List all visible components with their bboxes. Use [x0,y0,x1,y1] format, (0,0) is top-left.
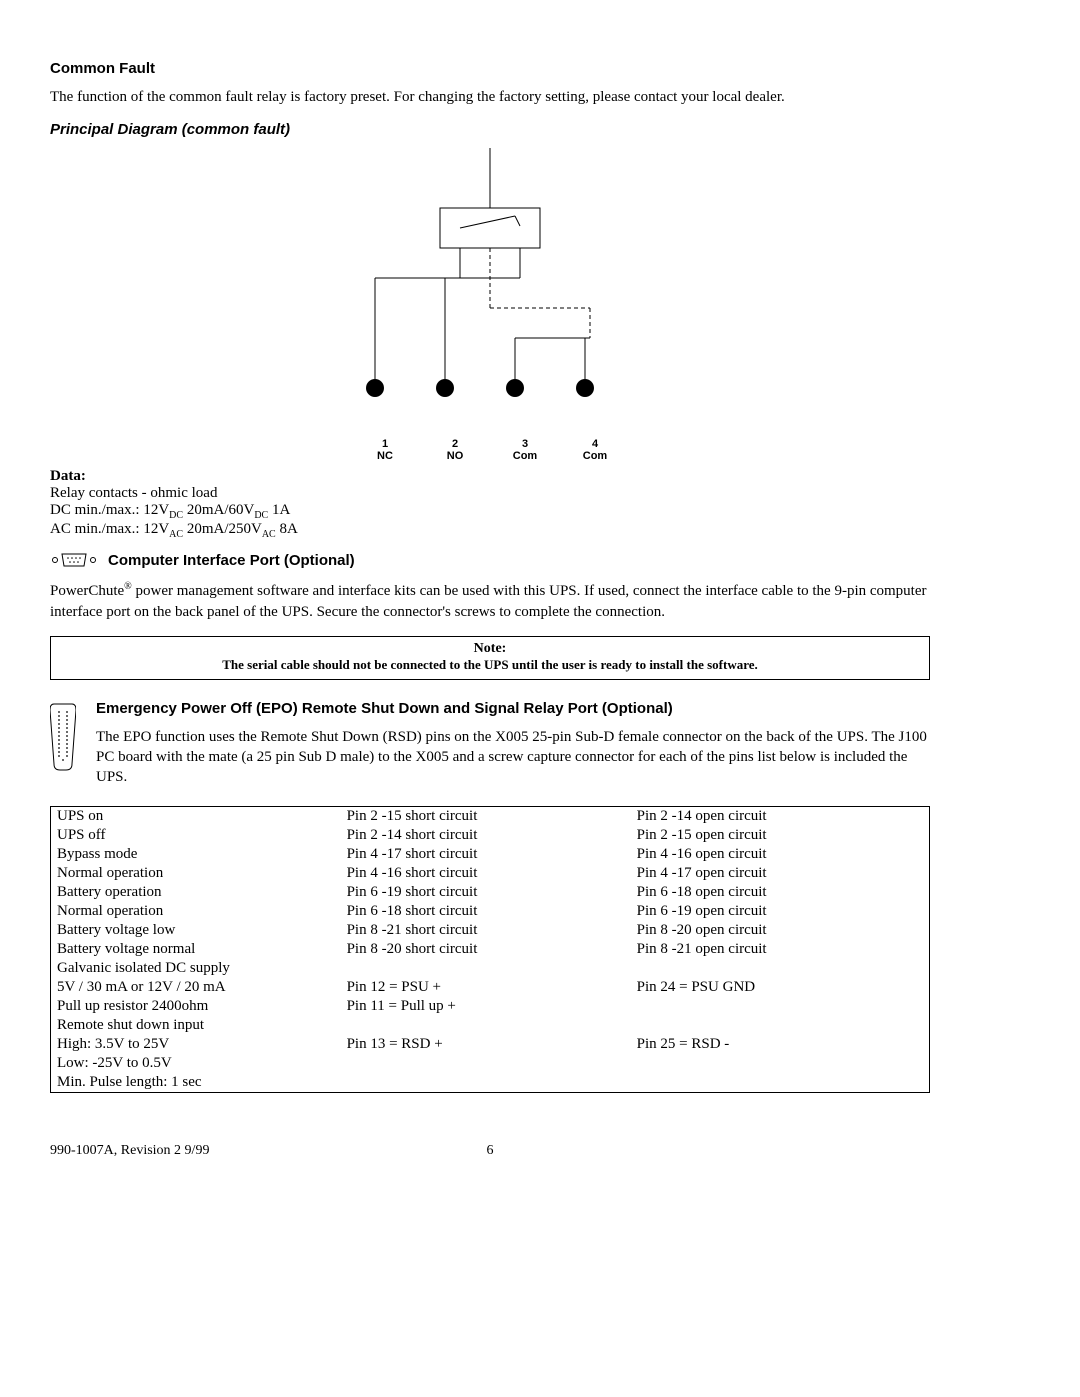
table-cell [631,997,930,1016]
data-line-2: DC min./max.: 12VDC 20mA/60VDC 1A [50,502,930,521]
table-cell: Low: -25V to 0.5V [51,1054,341,1073]
table-cell: UPS off [51,826,341,845]
table-cell: Normal operation [51,902,341,921]
table-cell: Pin 2 -15 open circuit [631,826,930,845]
table-cell [631,959,930,978]
table-cell: Pin 6 -19 open circuit [631,902,930,921]
table-cell: 5V / 30 mA or 12V / 20 mA [51,978,341,997]
table-cell [341,1054,631,1073]
table-cell [341,959,631,978]
serial-port-icon [50,550,98,570]
table-cell: Pin 8 -21 open circuit [631,940,930,959]
computer-interface-paragraph: PowerChute® power management software an… [50,580,930,622]
table-cell: Pin 25 = RSD - [631,1035,930,1054]
table-cell: Battery operation [51,883,341,902]
table-cell [341,1073,631,1093]
table-cell [341,1016,631,1035]
note-title: Note: [61,641,919,657]
table-cell: Bypass mode [51,845,341,864]
table-cell: Pin 8 -21 short circuit [341,921,631,940]
table-cell: Pin 8 -20 short circuit [341,940,631,959]
epo-heading: Emergency Power Off (EPO) Remote Shut Do… [96,700,930,717]
table-cell [631,1016,930,1035]
note-body: The serial cable should not be connected… [61,657,919,673]
footer-revision: 990-1007A, Revision 2 9/99 [50,1143,209,1159]
common-fault-paragraph: The function of the common fault relay i… [50,87,930,107]
data-line-3: AC min./max.: 12VAC 20mA/250VAC 8A [50,521,930,540]
table-cell: Pin 8 -20 open circuit [631,921,930,940]
table-cell: Normal operation [51,864,341,883]
relay-diagram-svg [340,148,640,408]
table-cell: UPS on [51,806,341,826]
table-cell: Pin 4 -17 open circuit [631,864,930,883]
diagram-terminal-labels: 1NC 2NO 3Com 4Com [360,438,620,462]
table-cell: Pin 24 = PSU GND [631,978,930,997]
table-cell [631,1054,930,1073]
note-box: Note: The serial cable should not be con… [50,636,930,680]
table-cell: Remote shut down input [51,1016,341,1035]
table-cell: Pin 12 = PSU + [341,978,631,997]
principal-diagram-heading: Principal Diagram (common fault) [50,121,930,138]
table-cell: Pin 4 -16 open circuit [631,845,930,864]
table-cell: Pin 13 = RSD + [341,1035,631,1054]
common-fault-heading: Common Fault [50,60,930,77]
table-cell: Pull up resistor 2400ohm [51,997,341,1016]
table-cell: Battery voltage normal [51,940,341,959]
epo-paragraph: The EPO function uses the Remote Shut Do… [96,727,930,788]
table-cell: Pin 2 -14 open circuit [631,806,930,826]
table-cell: Pin 4 -17 short circuit [341,845,631,864]
table-cell: Battery voltage low [51,921,341,940]
data-section: Data: Relay contacts - ohmic load DC min… [50,468,930,540]
table-cell: Pin 2 -14 short circuit [341,826,631,845]
relay-diagram [340,148,640,438]
table-cell: Pin 2 -15 short circuit [341,806,631,826]
table-cell: Pin 6 -19 short circuit [341,883,631,902]
sub-d-25-icon [50,702,78,777]
table-cell: Pin 6 -18 short circuit [341,902,631,921]
table-cell: Galvanic isolated DC supply [51,959,341,978]
table-cell: Pin 11 = Pull up + [341,997,631,1016]
table-cell: High: 3.5V to 25V [51,1035,341,1054]
table-cell: Min. Pulse length: 1 sec [51,1073,341,1093]
table-cell [631,1073,930,1093]
footer-page-number: 6 [487,1143,494,1159]
table-cell: Pin 4 -16 short circuit [341,864,631,883]
data-title: Data: [50,468,930,485]
pin-assignment-table: UPS onPin 2 -15 short circuitPin 2 -14 o… [50,806,930,1093]
computer-interface-heading: Computer Interface Port (Optional) [108,552,355,569]
table-cell: Pin 6 -18 open circuit [631,883,930,902]
data-line-1: Relay contacts - ohmic load [50,485,930,502]
